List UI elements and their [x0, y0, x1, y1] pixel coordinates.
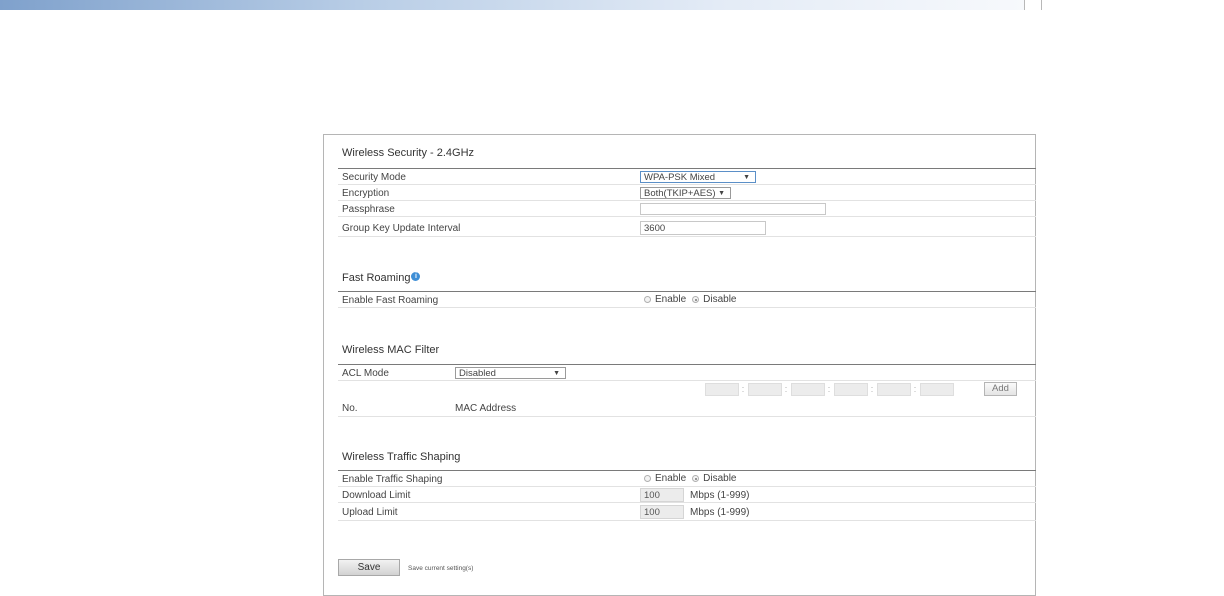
traffic-disable-radio[interactable]	[692, 475, 700, 482]
download-unit: Mbps (1-999)	[690, 490, 750, 501]
mac-octet-1-input[interactable]	[705, 383, 739, 396]
col-mac-header: MAC Address	[455, 403, 517, 414]
section-title-security: Wireless Security - 2.4GHz	[342, 147, 475, 159]
col-no-header: No.	[342, 403, 358, 414]
roaming-enable-label: Enable	[655, 294, 687, 305]
acl-mode-label: ACL Mode	[342, 368, 389, 379]
top-header-band	[0, 0, 1024, 10]
row-fast-roaming: Enable Fast Roaming Enable Disable	[338, 292, 1036, 308]
traffic-disable-label: Disable	[703, 473, 737, 484]
mac-separator: :	[741, 384, 745, 394]
row-upload-limit: Upload Limit 100 Mbps (1-999)	[338, 503, 1036, 521]
group-key-label: Group Key Update Interval	[342, 223, 461, 234]
mac-octet-2-input[interactable]	[748, 383, 782, 396]
mac-separator: :	[870, 384, 874, 394]
fast-roaming-label: Enable Fast Roaming	[342, 295, 439, 306]
save-button[interactable]: Save	[338, 559, 400, 576]
header-divider	[1041, 0, 1042, 10]
section-title-roaming: Fast Roaming i	[342, 272, 421, 284]
header-divider	[1024, 0, 1025, 10]
info-icon[interactable]: i	[411, 272, 421, 281]
download-limit-input[interactable]: 100	[640, 488, 684, 502]
group-key-input[interactable]: 3600	[640, 221, 766, 235]
row-mac-entry: : : : : : Add	[338, 381, 1036, 399]
encryption-value: Both(TKIP+AES)	[644, 188, 716, 199]
row-traffic-shaping: Enable Traffic Shaping Enable Disable	[338, 471, 1036, 487]
traffic-shaping-label: Enable Traffic Shaping	[342, 474, 443, 485]
row-download-limit: Download Limit 100 Mbps (1-999)	[338, 487, 1036, 503]
row-mac-table-header: No. MAC Address	[338, 399, 1036, 417]
section-title-mac-filter: Wireless MAC Filter	[342, 344, 440, 356]
mac-octet-6-input[interactable]	[920, 383, 954, 396]
download-limit-label: Download Limit	[342, 490, 411, 501]
upload-unit: Mbps (1-999)	[690, 507, 750, 518]
encryption-label: Encryption	[342, 188, 390, 199]
caret-down-icon: ▼	[553, 370, 560, 377]
mac-octet-3-input[interactable]	[791, 383, 825, 396]
caret-down-icon: ▼	[743, 174, 750, 181]
passphrase-label: Passphrase	[342, 204, 395, 215]
roaming-enable-radio[interactable]	[644, 296, 651, 303]
mac-separator: :	[827, 384, 831, 394]
row-encryption: Encryption Both(TKIP+AES) ▼	[338, 185, 1036, 201]
passphrase-input[interactable]	[640, 203, 826, 215]
add-mac-button[interactable]: Add	[984, 382, 1017, 396]
security-mode-label: Security Mode	[342, 172, 406, 183]
section-title-traffic: Wireless Traffic Shaping	[342, 451, 461, 463]
row-acl-mode: ACL Mode Disabled ▼	[338, 365, 1036, 381]
mac-separator: :	[913, 384, 917, 394]
acl-mode-select[interactable]: Disabled ▼	[455, 367, 566, 379]
row-group-key: Group Key Update Interval 3600	[338, 217, 1036, 237]
roaming-disable-label: Disable	[703, 294, 737, 305]
row-passphrase: Passphrase	[338, 201, 1036, 217]
mac-octet-5-input[interactable]	[877, 383, 911, 396]
save-note: Save current setting(s)	[408, 565, 474, 572]
acl-mode-value: Disabled	[459, 368, 496, 379]
security-mode-select[interactable]: WPA-PSK Mixed ▼	[640, 171, 756, 183]
upload-limit-label: Upload Limit	[342, 507, 398, 518]
roaming-disable-radio[interactable]	[692, 296, 700, 303]
traffic-enable-radio[interactable]	[644, 475, 651, 482]
encryption-select[interactable]: Both(TKIP+AES) ▼	[640, 187, 731, 199]
fast-roaming-options: Enable Disable	[644, 294, 743, 310]
security-mode-value: WPA-PSK Mixed	[644, 172, 716, 183]
mac-octet-4-input[interactable]	[834, 383, 868, 396]
roaming-title-text: Fast Roaming	[342, 272, 411, 284]
upload-limit-input[interactable]: 100	[640, 505, 684, 519]
settings-panel: Wireless Security - 2.4GHz Security Mode…	[323, 134, 1036, 596]
caret-down-icon: ▼	[718, 190, 725, 197]
row-security-mode: Security Mode WPA-PSK Mixed ▼	[338, 169, 1036, 185]
mac-separator: :	[784, 384, 788, 394]
traffic-enable-label: Enable	[655, 473, 687, 484]
